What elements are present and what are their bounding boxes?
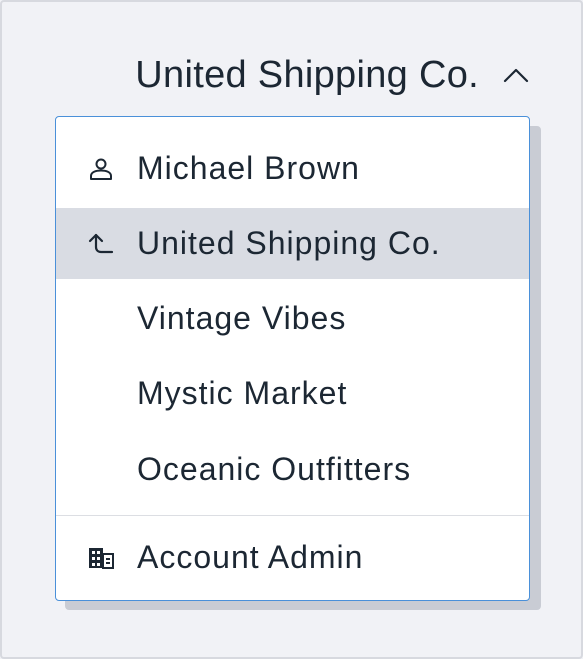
menu-divider: [56, 515, 529, 516]
chevron-up-icon: [503, 62, 529, 88]
menu-item-account-admin-label: Account Admin: [137, 539, 364, 575]
user-icon: [86, 154, 116, 184]
account-switcher-button[interactable]: United Shipping Co.: [135, 50, 529, 100]
sub-account-label: Vintage Vibes: [137, 300, 347, 336]
menu-item-user-label: Michael Brown: [137, 150, 360, 186]
menu-item-sub-account[interactable]: Mystic Market: [56, 358, 529, 429]
menu-item-parent-account[interactable]: United Shipping Co.: [56, 208, 529, 279]
menu-item-parent-account-label: United Shipping Co.: [137, 225, 441, 261]
sub-account-label: Oceanic Outfitters: [137, 451, 412, 487]
menu-item-sub-account[interactable]: Vintage Vibes: [56, 283, 529, 354]
account-dropdown-menu: Michael Brown United Shipping Co. Vintag…: [55, 116, 530, 601]
menu-item-sub-account[interactable]: Oceanic Outfitters: [56, 434, 529, 505]
building-icon: [86, 543, 116, 573]
menu-item-account-admin[interactable]: Account Admin: [56, 522, 529, 593]
return-up-icon: [86, 229, 116, 259]
current-account-label: United Shipping Co.: [135, 54, 479, 96]
menu-item-user[interactable]: Michael Brown: [56, 133, 529, 204]
page-frame: United Shipping Co. Michael Brown United…: [0, 0, 583, 659]
sub-account-label: Mystic Market: [137, 375, 348, 411]
